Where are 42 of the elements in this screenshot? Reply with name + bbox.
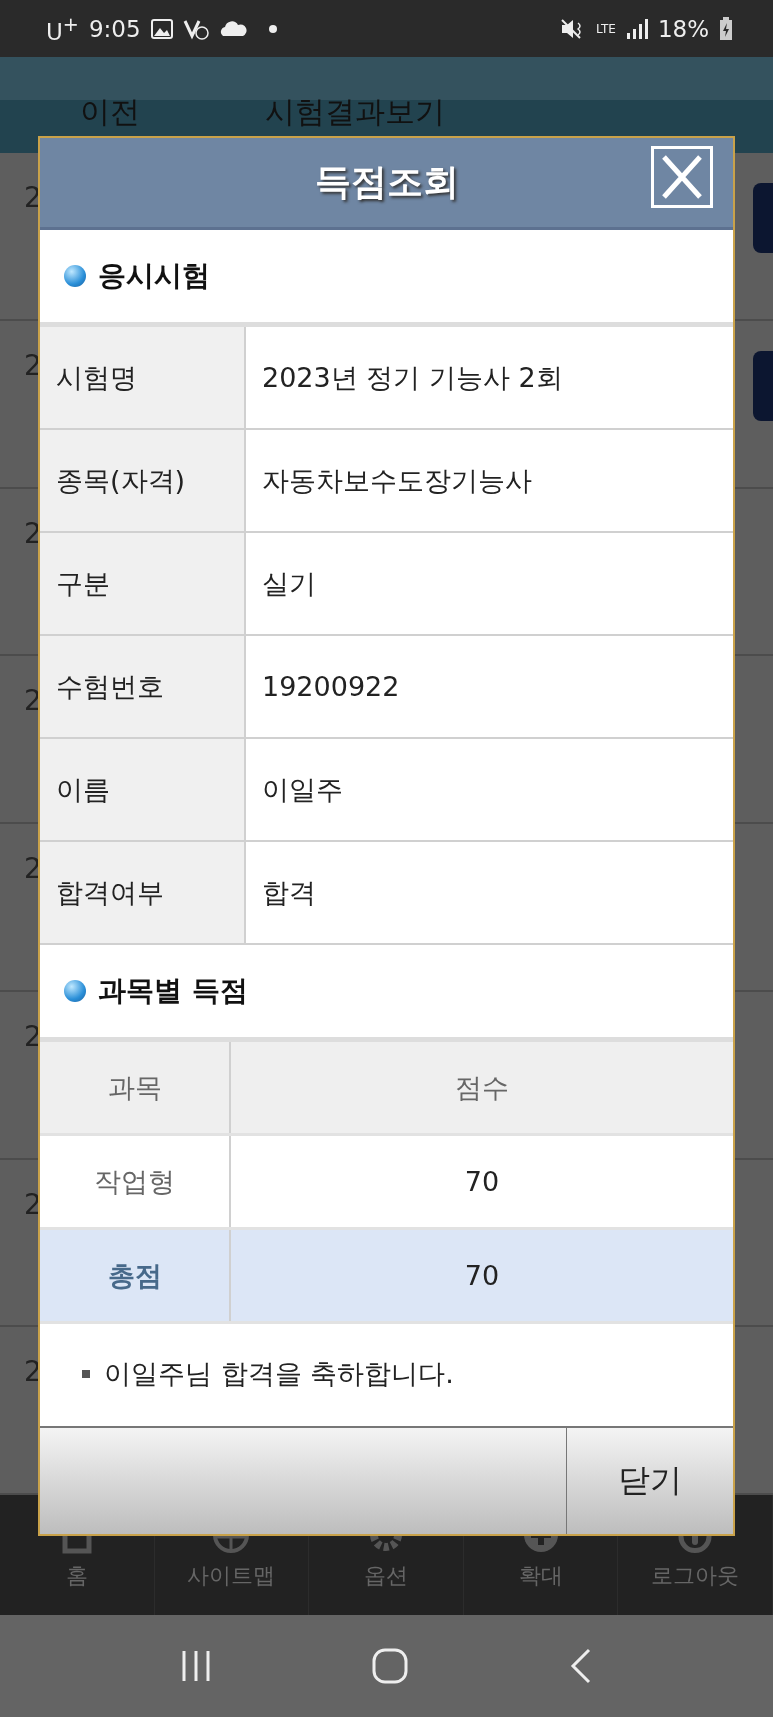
field-label: 합격여부 <box>40 842 246 943</box>
globe-icon <box>211 1533 252 1555</box>
table-cell-text: 70 <box>463 1259 501 1293</box>
recent-apps-icon[interactable] <box>180 1649 211 1683</box>
clock-time: 9:05 <box>88 15 141 42</box>
column-header: 점수 <box>454 1070 510 1105</box>
field-value: 실기 <box>261 566 317 601</box>
page-title: 시험결과보기 <box>265 92 445 131</box>
field-value: 2023년 정기 기능사 2회 <box>261 360 564 395</box>
field-value: 자동차보수도장기능사 <box>261 463 533 498</box>
field-label: 시험명 <box>40 327 246 428</box>
home-icon[interactable] <box>372 1648 409 1684</box>
section-title: 과목별 득점 <box>98 973 248 1009</box>
battery-icon <box>719 16 733 41</box>
carrier-label: U$^{+}$ <box>46 12 79 45</box>
battery-percent: 18% <box>657 15 709 42</box>
field-label: 수험번호 <box>40 636 246 737</box>
close-button[interactable] <box>651 146 713 208</box>
image-icon <box>150 18 173 39</box>
field-label: 이름 <box>40 739 246 840</box>
bullet-icon <box>82 1370 90 1378</box>
congratulation-message: 이일주님 합격을 축하합니다. <box>104 1357 454 1391</box>
field-label: 구분 <box>40 533 246 634</box>
table-cell: 총점 <box>40 1230 231 1321</box>
field-value: 합격 <box>261 875 317 910</box>
field-value: 이일주 <box>261 772 344 807</box>
signal-icon <box>625 18 648 39</box>
table-cell: 작업형 <box>40 1136 231 1227</box>
dot-icon <box>268 24 277 33</box>
close-button[interactable]: 닫기 <box>567 1428 733 1534</box>
section-title: 응시시험 <box>98 258 210 294</box>
column-header: 과목 <box>40 1042 231 1133</box>
cloud-icon <box>218 20 247 37</box>
field-label: 종목(자격) <box>40 430 246 531</box>
back-button[interactable]: 이전 <box>80 91 140 133</box>
field-value: 19200922 <box>261 670 401 704</box>
bullet-icon <box>64 265 86 287</box>
dialog-title: 득점조회 <box>314 160 459 204</box>
bullet-icon <box>64 980 86 1002</box>
network-label: LTE <box>595 22 616 35</box>
back-icon[interactable] <box>570 1648 593 1684</box>
table-cell-text: 70 <box>463 1165 501 1199</box>
